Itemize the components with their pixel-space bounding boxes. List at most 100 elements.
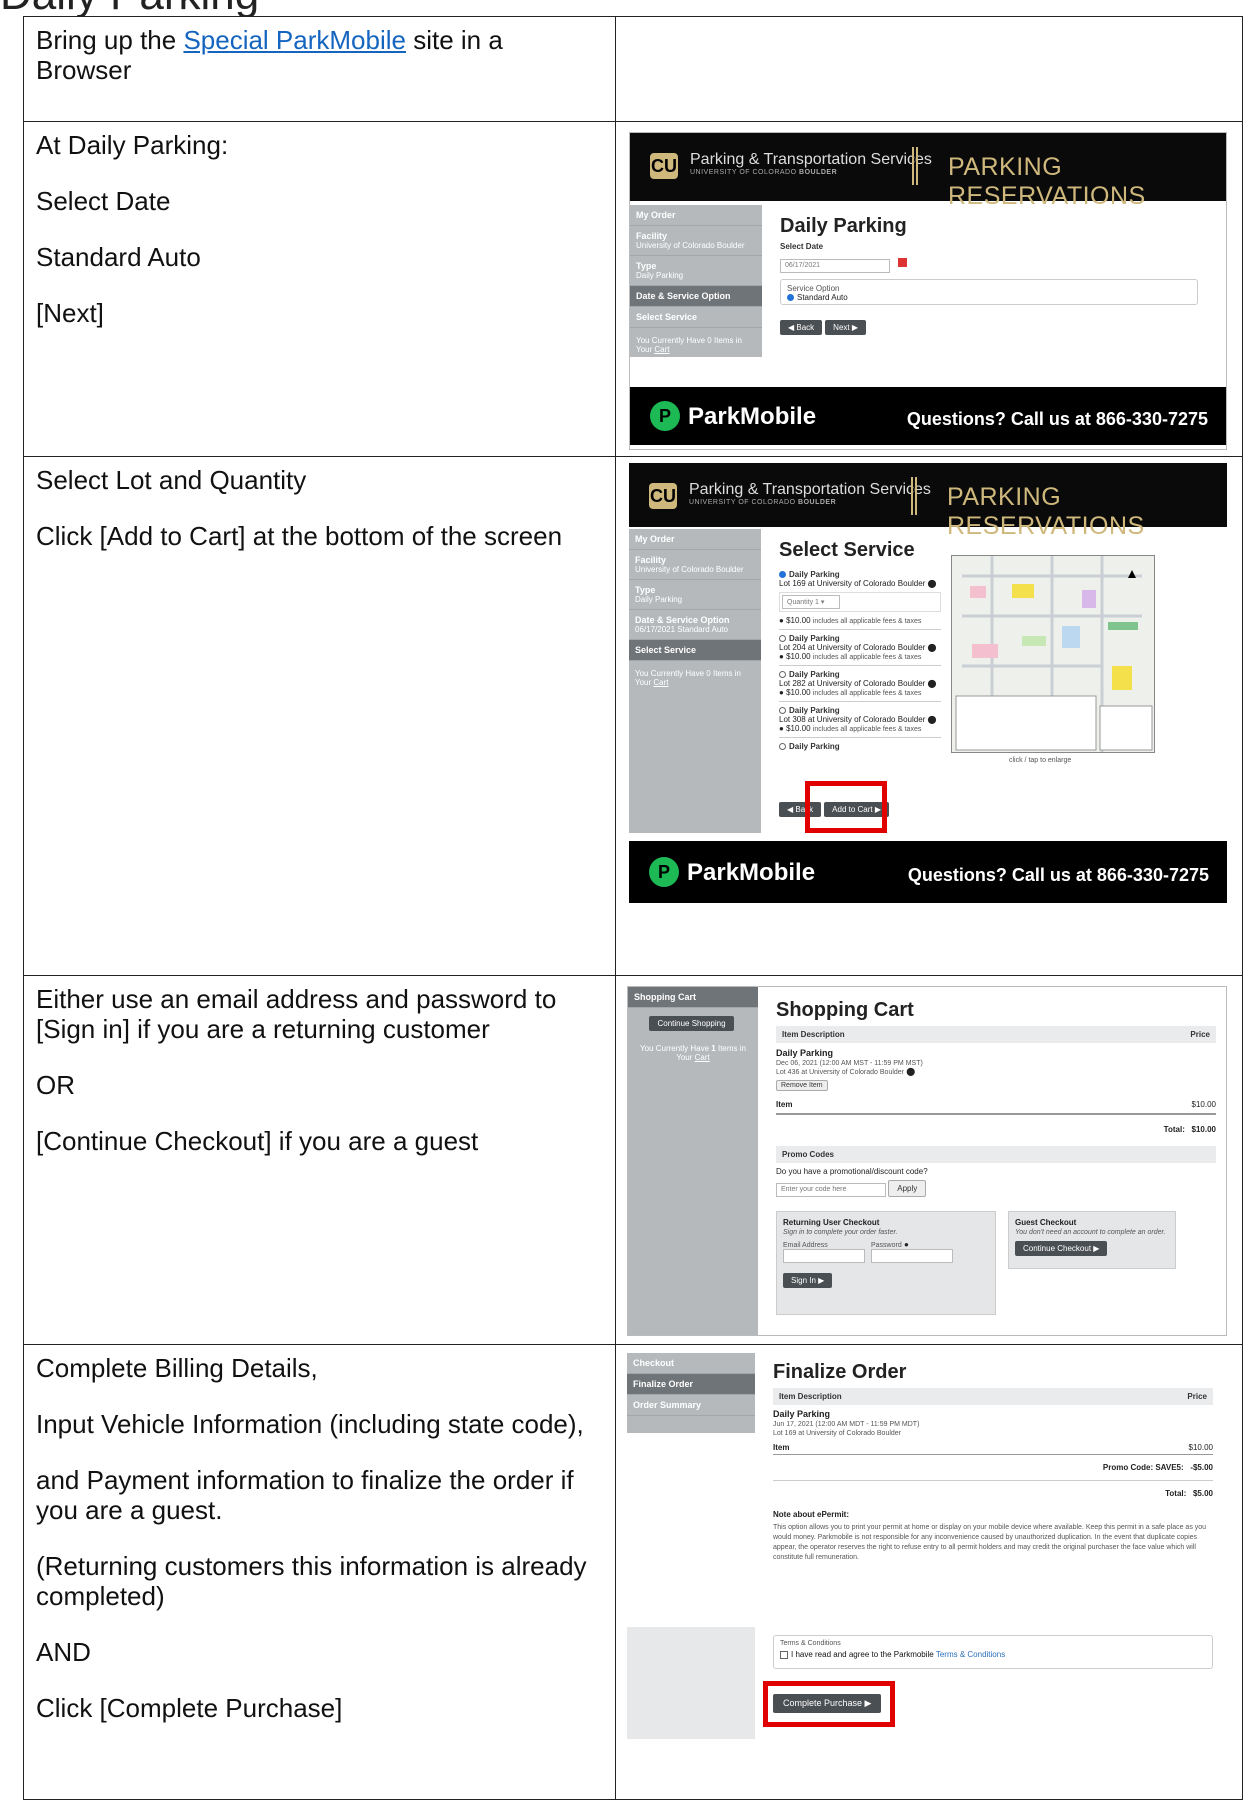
cart-note: You Currently Have 0 Items in Your Cart — [635, 669, 741, 687]
parkmobile-brand: ParkMobile — [688, 403, 817, 430]
standard-auto-label: Standard Auto — [797, 293, 848, 302]
terms-title: Terms & Conditions — [780, 1640, 841, 1647]
header-divider — [911, 477, 917, 515]
sidebar-spacer — [627, 1627, 755, 1739]
price-icon: ● — [779, 724, 784, 733]
dept-name: Parking & Transportation Services UNIVERS… — [690, 151, 932, 176]
sidebar-item-select-service: Select Service — [629, 640, 761, 661]
instruction-cell: Select Lot and Quantity Click [Add to Ca… — [24, 457, 616, 975]
sidebar-item-type: Type Daily Parking — [630, 256, 762, 286]
support-phone: Questions? Call us at 866-330-7275 — [907, 865, 1209, 885]
cart-link[interactable]: Cart — [653, 678, 668, 687]
header-divider — [912, 147, 918, 185]
highlight-box — [805, 781, 887, 833]
remove-item-button[interactable]: Remove Item — [776, 1080, 828, 1091]
map-caption: click / tap to enlarge — [1009, 757, 1072, 764]
instruction-line: [Continue Checkout] if you are a guest — [36, 1126, 479, 1156]
finalize-order-screenshot: Checkout Finalize Order Order Summary Fi… — [627, 1353, 1227, 1615]
cart-sidebar: Shopping Cart Continue Shopping You Curr… — [628, 987, 758, 1335]
map-pin-icon: ⬤ — [927, 643, 937, 652]
sidebar-item-finalize-order: Finalize Order — [627, 1374, 755, 1395]
terms-link[interactable]: Terms & Conditions — [936, 1650, 1005, 1659]
sign-in-button[interactable]: Sign In ▶ — [783, 1273, 833, 1288]
terms-checkbox[interactable] — [780, 1650, 788, 1659]
sidebar-item-date-service: Date & Service Option — [630, 286, 762, 307]
lot-radio[interactable] — [779, 635, 786, 643]
cart-link[interactable]: Cart — [695, 1053, 710, 1062]
cart-note: You Currently Have 0 Items in Your Cart — [636, 336, 742, 354]
lot-option[interactable]: Daily Parking — [779, 738, 941, 755]
promo-line: Promo Code: SAVE5: -$5.00 — [1102, 1463, 1213, 1472]
banner-title: PARKING RESERVATIONS — [947, 483, 1145, 540]
parkmobile-brand: ParkMobile — [687, 859, 816, 886]
sidebar-item-order-summary: Order Summary — [627, 1395, 755, 1416]
special-parkmobile-link[interactable]: Special ParkMobile — [183, 25, 406, 55]
continue-checkout-button[interactable]: Continue Checkout ▶ — [1015, 1241, 1108, 1256]
standard-auto-radio[interactable] — [787, 294, 794, 302]
instruction-line: OR — [36, 1070, 75, 1100]
info-icon: ● — [903, 1240, 909, 1249]
parkmobile-logo-icon: P — [649, 857, 679, 887]
instruction-row-2: At Daily Parking: Select Date Standard A… — [23, 121, 1243, 457]
instruction-row-3: Select Lot and Quantity Click [Add to Ca… — [23, 456, 1243, 976]
lot-option[interactable]: Daily Parking Lot 204 at University of Co… — [779, 630, 941, 666]
instruction-row-5: Complete Billing Details, Input Vehicle … — [23, 1344, 1243, 1800]
apply-button[interactable]: Apply — [888, 1180, 927, 1197]
instruction-line: (Returning customers this information is… — [36, 1551, 587, 1611]
lot-option[interactable]: Daily Parking Lot 169 at University of Co… — [779, 566, 941, 630]
password-field[interactable] — [871, 1249, 953, 1263]
main-content: Daily Parking Select Date 06/17/2021 Ser… — [780, 215, 1210, 335]
email-field[interactable] — [783, 1249, 865, 1263]
order-sidebar: My Order Facility University of Colorado … — [630, 205, 762, 357]
quantity-select[interactable]: Quantity 1 ▾ — [782, 595, 840, 609]
item-line: Item $10.00 — [776, 1096, 1216, 1115]
support-phone: Questions? Call us at 866-330-7275 — [906, 409, 1208, 429]
back-button[interactable]: ◀ Back — [780, 320, 823, 335]
lot-radio[interactable] — [779, 743, 786, 751]
screenshot-cell: Shopping Cart Continue Shopping You Curr… — [617, 976, 1242, 1344]
lot-radio[interactable] — [779, 707, 786, 715]
campus-map-image — [952, 556, 1154, 752]
continue-shopping-button[interactable]: Continue Shopping — [649, 1016, 734, 1031]
instruction-row-1: Bring up the Special ParkMobile site in … — [23, 16, 1243, 122]
promo-section-title: Promo Codes — [776, 1146, 1216, 1163]
promo-code-input[interactable]: Enter your code here — [776, 1183, 886, 1197]
cu-logo: CU — [650, 153, 678, 179]
note-text: This option allows you to print your per… — [773, 1524, 1207, 1561]
dept-name: Parking & Transportation Services UNIVERS… — [689, 481, 931, 506]
screenshot-cell: CU Parking & Transportation Services UNIV… — [617, 122, 1242, 456]
terms-box: Terms & Conditions I have read and agree… — [773, 1635, 1213, 1669]
instruction-line: AND — [36, 1637, 91, 1667]
page-heading: Shopping Cart — [776, 999, 914, 1021]
button-bar: ◀ Back Add to Cart ▶ — [629, 781, 1227, 833]
item-table-header: Item Description Price — [773, 1388, 1213, 1405]
screenshot-cell: Checkout Finalize Order Order Summary Fi… — [617, 1345, 1242, 1799]
calendar-icon[interactable] — [898, 258, 908, 268]
instruction-line: Either use an email address and password… — [36, 984, 557, 1044]
lot-option[interactable]: Daily Parking Lot 308 at University of Co… — [779, 702, 941, 738]
cart-link[interactable]: Cart — [654, 345, 669, 354]
terms-screenshot: Terms & Conditions I have read and agree… — [627, 1627, 1227, 1739]
select-date-label: Select Date — [780, 242, 824, 251]
lot-radio[interactable] — [779, 571, 786, 579]
date-field[interactable]: 06/17/2021 — [780, 259, 890, 273]
instruction-line: Click [Add to Cart] at the bottom of the… — [36, 521, 563, 551]
campus-map[interactable] — [951, 555, 1155, 753]
sidebar-item-type: Type Daily Parking — [629, 580, 761, 610]
main-content: Shopping Cart Item Description Price Dail… — [776, 999, 1216, 1315]
total-line: Total: $5.00 — [773, 1480, 1213, 1506]
select-service-screenshot: CU Parking & Transportation Services UNIV… — [629, 463, 1227, 967]
map-pin-icon: ⬤ — [927, 715, 937, 724]
daily-parking-screenshot: CU Parking & Transportation Services UNIV… — [629, 132, 1227, 450]
page-heading: Daily Parking — [780, 215, 907, 237]
guest-checkout-panel: Guest Checkout You don't need an account… — [1008, 1211, 1176, 1269]
order-item: Daily Parking Jun 17, 2021 (12:00 AM MDT… — [773, 1409, 920, 1437]
instruction-row-4: Either use an email address and password… — [23, 975, 1243, 1345]
instruction-line: Select Lot and Quantity — [36, 465, 307, 495]
cart-note: You Currently Have 1 Items in Your Cart — [640, 1044, 746, 1062]
sidebar-item-my-order: My Order — [630, 205, 762, 226]
lot-option[interactable]: Daily Parking Lot 282 at University of Co… — [779, 666, 941, 702]
lot-radio[interactable] — [779, 671, 786, 679]
next-button[interactable]: Next ▶ — [825, 320, 866, 335]
price-icon: ● — [779, 688, 784, 697]
